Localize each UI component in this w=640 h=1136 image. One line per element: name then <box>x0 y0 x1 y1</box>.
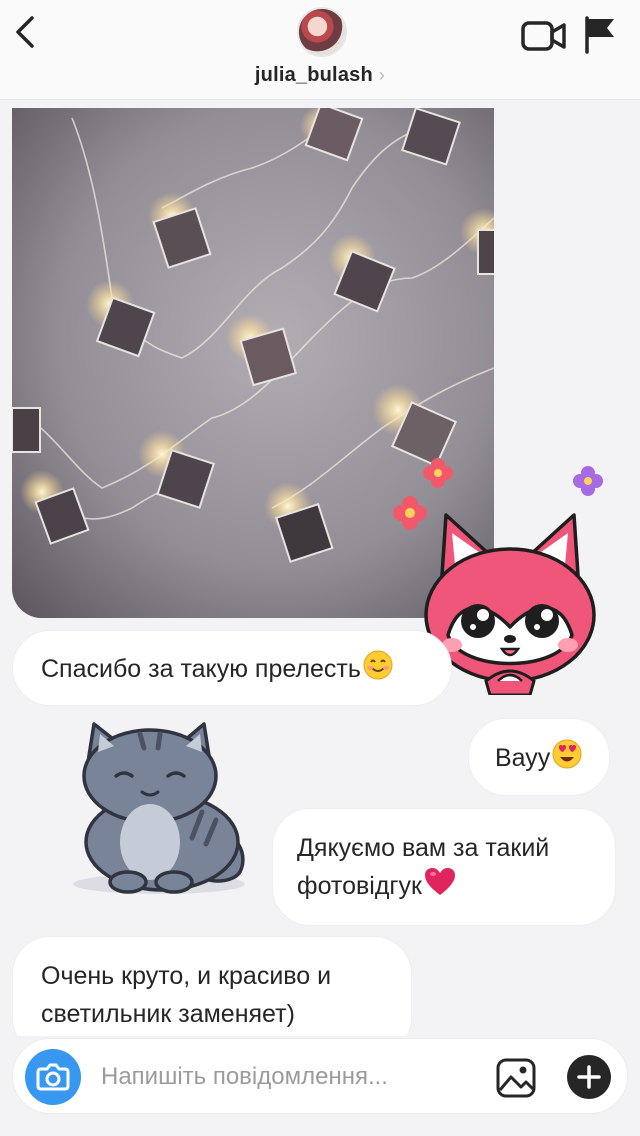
message-bubble-received[interactable]: Очень круто, и красиво и светильник заме… <box>12 936 412 1036</box>
image-icon <box>496 1058 536 1098</box>
message-thread[interactable]: Спасибо за такую прелесть Вауу Дякуємо в… <box>0 100 640 1036</box>
message-line: Дякуємо вам за такий <box>297 834 550 862</box>
avatar[interactable] <box>297 7 347 57</box>
chevron-left-icon <box>16 16 34 48</box>
add-button[interactable] <box>567 1055 611 1099</box>
message-text: Спасибо за такую прелесть <box>41 655 361 683</box>
message-text: фотовідгук <box>297 872 422 900</box>
report-button[interactable] <box>580 12 620 56</box>
message-bubble-received[interactable]: Спасибо за такую прелесть <box>12 630 452 706</box>
message-line: светильник заменяет) <box>41 1000 295 1028</box>
camera-icon <box>36 1063 70 1091</box>
message-bubble-sent[interactable]: Дякуємо вам за такий фотовідгук <box>272 808 616 926</box>
flag-icon <box>585 16 614 54</box>
message-bubble-sent[interactable]: Вауу <box>468 718 610 796</box>
profile-link[interactable]: julia_bulash › <box>0 64 640 87</box>
video-call-button[interactable] <box>520 16 568 56</box>
gray-cat-sticker[interactable] <box>64 712 254 902</box>
red-heart-emoji-icon <box>424 867 456 908</box>
smiling-face-emoji-icon <box>363 650 393 691</box>
message-line-with-emoji: фотовідгук <box>297 867 591 908</box>
message-input[interactable] <box>101 1057 471 1097</box>
message-text: Вауу <box>495 744 551 772</box>
chevron-right-icon: › <box>378 65 386 85</box>
message-line: Очень круто, и красиво и <box>41 962 332 990</box>
message-composer <box>12 1038 628 1114</box>
plus-icon <box>577 1065 601 1089</box>
video-camera-icon <box>521 21 566 51</box>
back-button[interactable] <box>8 10 48 54</box>
chat-header: julia_bulash › <box>0 0 640 100</box>
gallery-button[interactable] <box>495 1057 537 1099</box>
camera-button[interactable] <box>25 1049 81 1105</box>
heart-eyes-emoji-icon <box>552 739 582 780</box>
gray-cat-sticker-art <box>73 722 245 894</box>
username: julia_bulash <box>254 64 373 86</box>
